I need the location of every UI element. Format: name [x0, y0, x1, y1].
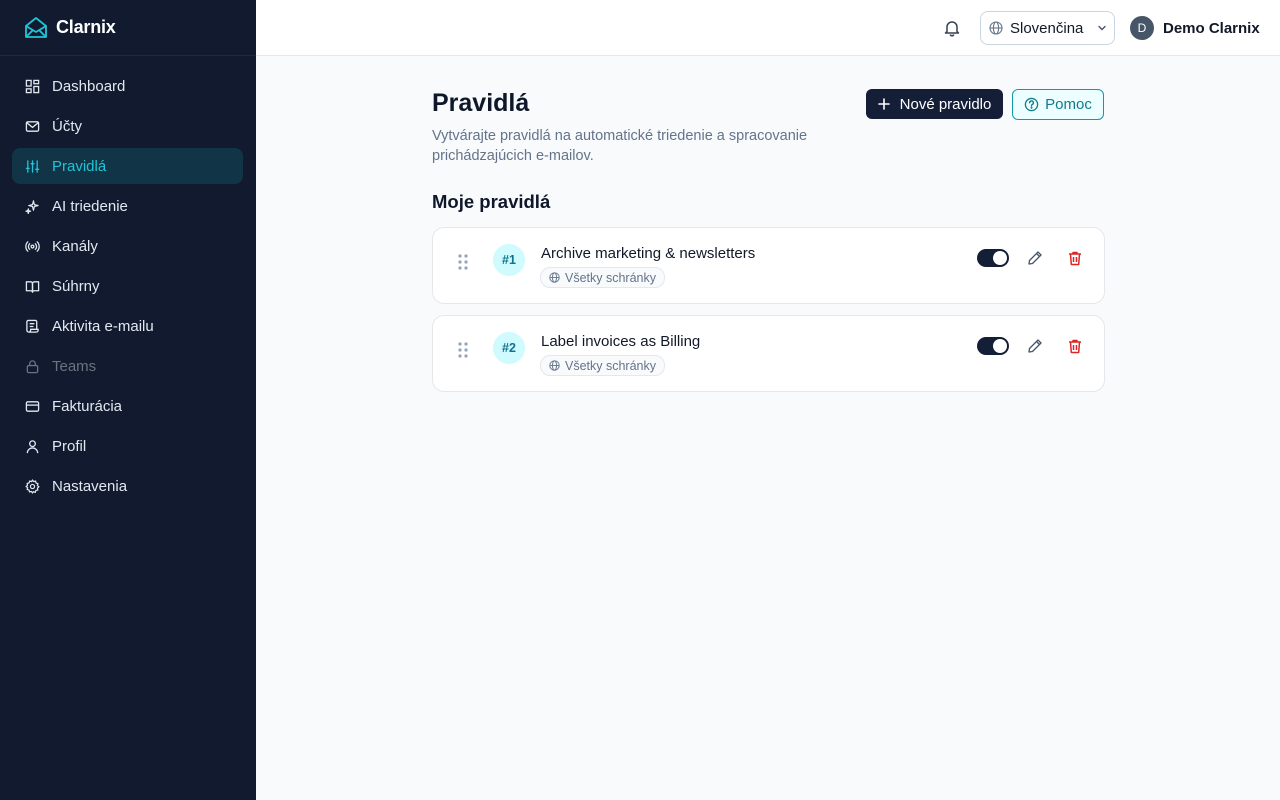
sliders-icon	[24, 158, 40, 174]
dashboard-icon	[24, 78, 40, 94]
rule-name: Label invoices as Billing	[541, 333, 701, 350]
page-title: Pravidlá	[432, 89, 530, 117]
trash-icon[interactable]	[1067, 338, 1083, 354]
drag-handle-icon[interactable]	[457, 253, 469, 271]
sidebar-item-teams: Teams	[12, 348, 243, 384]
user-icon	[24, 438, 40, 454]
avatar: D	[1130, 16, 1154, 40]
sidebar-item-summaries[interactable]: Súhrny	[12, 268, 243, 304]
toggle-knob	[993, 251, 1007, 265]
sidebar-item-label: Nastavenia	[52, 477, 128, 495]
sidebar-item-label: Pravidlá	[52, 157, 107, 175]
radio-icon	[24, 238, 40, 254]
rule-number-badge: #1	[493, 244, 525, 276]
sidebar-item-rules[interactable]: Pravidlá	[12, 148, 243, 184]
envelope-logo-icon	[24, 15, 48, 41]
new-rule-label: Nové pravidlo	[899, 95, 992, 113]
sidebar-item-label: Fakturácia	[52, 397, 123, 415]
book-icon	[24, 278, 40, 294]
sparkles-icon	[24, 198, 40, 214]
help-button[interactable]: Pomoc	[1012, 89, 1104, 120]
help-circle-icon	[1024, 97, 1039, 112]
new-rule-button[interactable]: Nové pravidlo	[866, 89, 1003, 119]
page-subtitle: Vytvárajte pravidlá na automatické tried…	[432, 128, 808, 164]
credit-card-icon	[24, 398, 40, 414]
sidebar-item-profile[interactable]: Profil	[12, 428, 243, 464]
globe-icon	[549, 272, 560, 283]
user-name: Demo Clarnix	[1163, 19, 1260, 37]
rule-number-badge: #2	[493, 332, 525, 364]
sidebar: Clarnix Dashboard Účty Pravidlá AI tried…	[0, 0, 256, 800]
language-value: Slovenčina	[1010, 19, 1084, 37]
sidebar-item-label: Kanály	[52, 237, 98, 255]
sidebar-item-channels[interactable]: Kanály	[12, 228, 243, 264]
bell-icon[interactable]	[940, 16, 964, 40]
sidebar-item-label: Účty	[52, 117, 82, 135]
mail-icon	[24, 118, 40, 134]
rule-card: #2 Label invoices as Billing Všetky schr…	[432, 315, 1105, 392]
brand[interactable]: Clarnix	[0, 0, 256, 56]
sidebar-item-ai-sorting[interactable]: AI triedenie	[12, 188, 243, 224]
language-select[interactable]: Slovenčina	[980, 11, 1115, 45]
sidebar-item-settings[interactable]: Nastavenia	[12, 468, 243, 504]
sidebar-item-email-activity[interactable]: Aktivita e-mailu	[12, 308, 243, 344]
user-menu[interactable]: D Demo Clarnix	[1130, 16, 1260, 40]
sidebar-item-label: Súhrny	[52, 277, 100, 295]
sidebar-item-label: AI triedenie	[52, 197, 128, 215]
globe-icon	[549, 360, 560, 371]
scope-label: Všetky schránky	[565, 270, 657, 285]
brand-name: Clarnix	[56, 17, 116, 37]
pencil-icon[interactable]	[1027, 338, 1043, 354]
trash-icon[interactable]	[1067, 250, 1083, 266]
rule-enabled-toggle[interactable]	[977, 337, 1009, 355]
sidebar-nav: Dashboard Účty Pravidlá AI triedenie Kan…	[0, 56, 256, 504]
sidebar-item-accounts[interactable]: Účty	[12, 108, 243, 144]
toggle-knob	[993, 339, 1007, 353]
globe-icon	[989, 21, 1003, 35]
sidebar-item-label: Teams	[52, 357, 97, 375]
lock-icon	[24, 358, 40, 374]
sidebar-item-label: Dashboard	[52, 77, 126, 95]
drag-handle-icon[interactable]	[457, 341, 469, 359]
help-label: Pomoc	[1045, 96, 1092, 113]
scope-label: Všetky schránky	[565, 358, 657, 373]
sidebar-item-billing[interactable]: Fakturácia	[12, 388, 243, 424]
sidebar-item-label: Profil	[52, 437, 87, 455]
rule-card: #1 Archive marketing & newsletters Všetk…	[432, 227, 1105, 304]
top-header: Slovenčina D Demo Clarnix	[256, 0, 1280, 56]
scope-chip: Všetky schránky	[540, 355, 666, 376]
scroll-icon	[24, 318, 40, 334]
section-title: Moje pravidlá	[432, 191, 551, 212]
pencil-icon[interactable]	[1027, 250, 1043, 266]
rule-name: Archive marketing & newsletters	[541, 245, 756, 262]
sidebar-item-label: Aktivita e-mailu	[52, 317, 154, 335]
gear-icon	[24, 478, 40, 494]
sidebar-item-dashboard[interactable]: Dashboard	[12, 68, 243, 104]
chevron-down-icon	[1096, 22, 1108, 34]
plus-icon	[877, 98, 890, 110]
scope-chip: Všetky schránky	[540, 267, 666, 288]
rule-enabled-toggle[interactable]	[977, 249, 1009, 267]
